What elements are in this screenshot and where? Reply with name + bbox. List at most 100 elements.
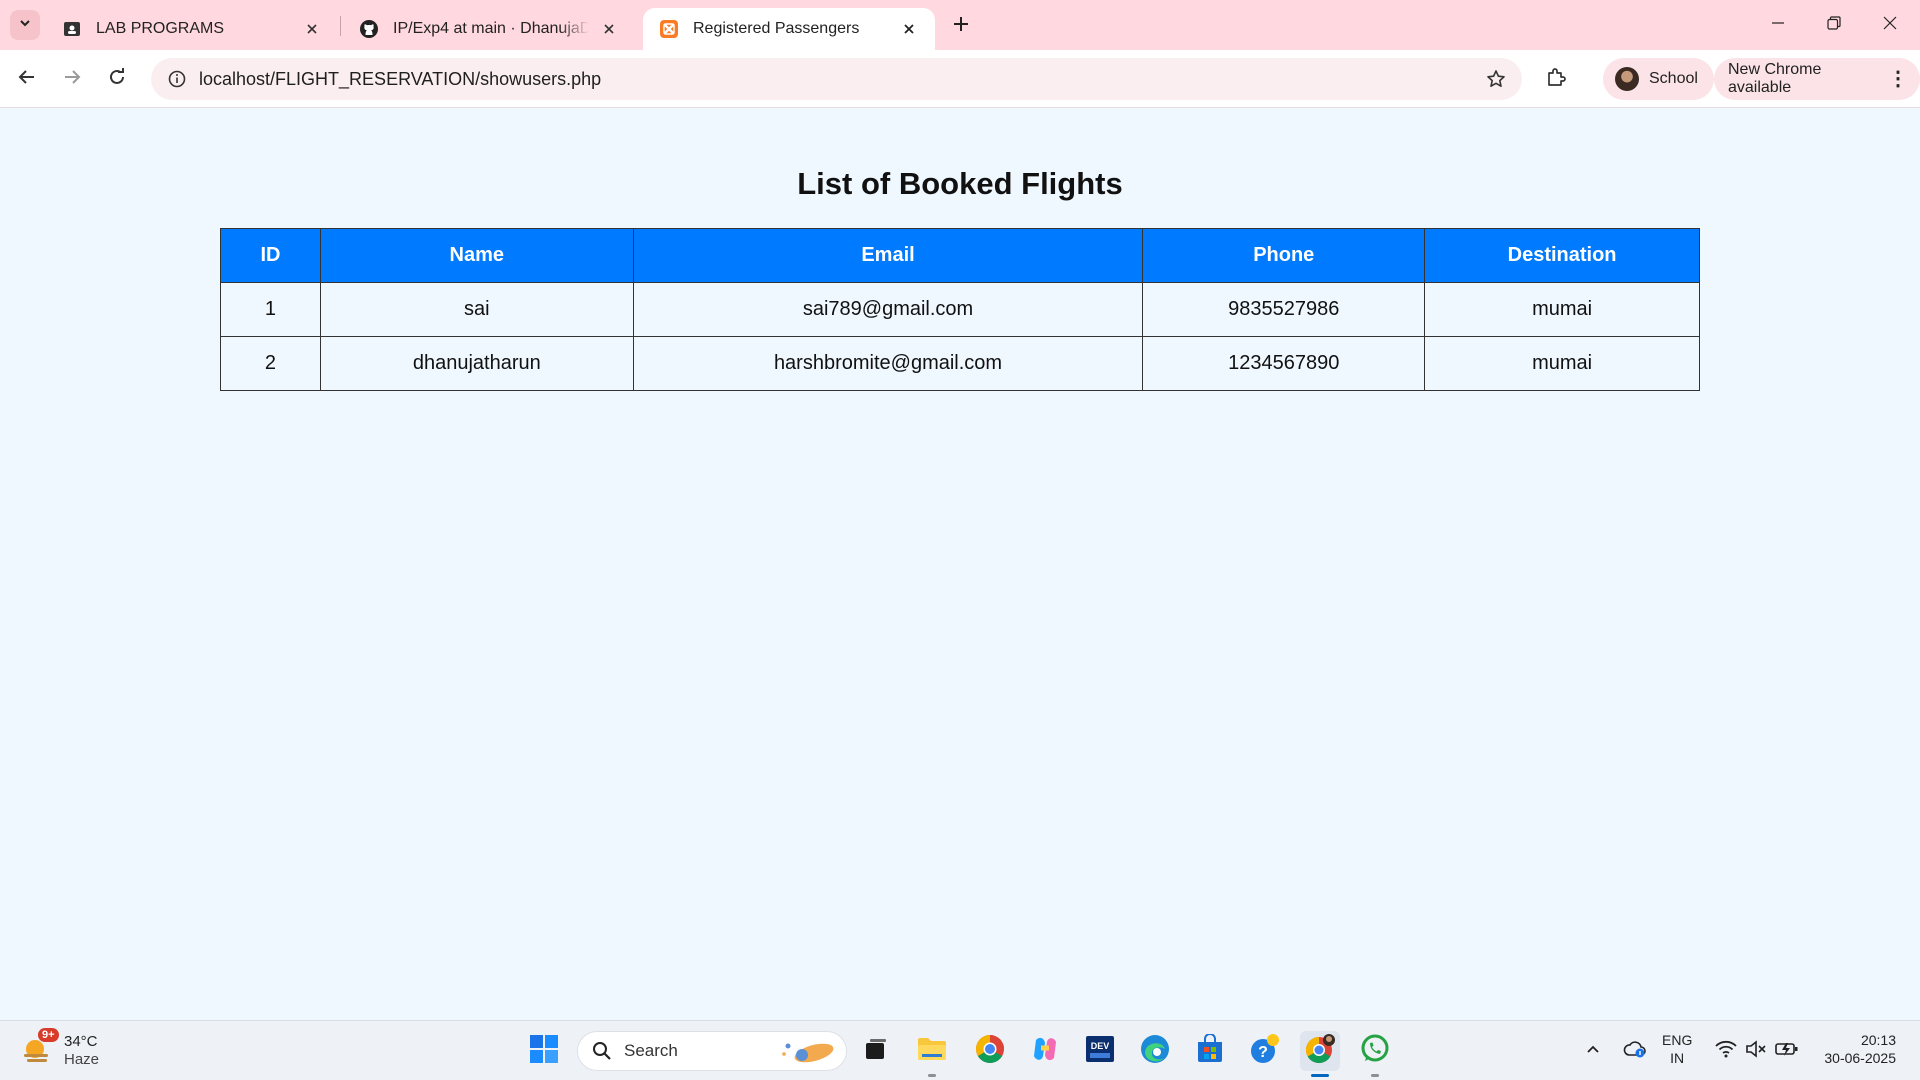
minimize-button[interactable] [1750,0,1806,50]
browser-toolbar: localhost/FLIGHT_RESERVATION/showusers.p… [0,50,1920,108]
onedrive-tray-button[interactable] [1620,1031,1650,1071]
windows-logo-icon [529,1034,559,1069]
system-clock[interactable]: 20:13 30-06-2025 [1816,1031,1896,1067]
chrome-button[interactable] [970,1031,1010,1071]
restore-button[interactable] [1806,0,1862,50]
whatsapp-button[interactable] [1355,1031,1395,1077]
running-indicator [1371,1074,1379,1077]
arrow-left-icon [18,68,36,91]
wifi-tray-button[interactable] [1712,1031,1740,1071]
close-icon[interactable] [599,19,619,39]
edge-icon [1140,1034,1170,1069]
page-title: List of Booked Flights [797,166,1123,201]
search-icon [592,1041,612,1061]
tab-search-button[interactable] [10,10,40,40]
cloud-sync-icon [1623,1039,1647,1064]
xampp-icon [659,19,679,39]
language-code: ENG [1662,1032,1693,1048]
puzzle-icon [1545,66,1567,93]
help-icon: ? [1249,1033,1281,1070]
reload-icon [108,67,126,91]
weather-temperature: 34°C [64,1033,98,1050]
help-button[interactable]: ? [1245,1031,1285,1071]
chevron-up-icon [1585,1041,1601,1062]
table-row: 2 dhanujatharun harshbromite@gmail.com 1… [220,336,1700,391]
chevron-down-icon [18,16,32,35]
cell-id: 1 [220,282,321,337]
search-highlight-icon [778,1038,838,1071]
column-header-destination: Destination [1424,228,1700,283]
start-button[interactable] [524,1031,564,1071]
battery-charging-icon [1775,1040,1799,1063]
cell-name: sai [319,282,634,337]
cell-id: 2 [220,336,321,391]
profile-label: School [1649,70,1698,87]
column-header-phone: Phone [1142,228,1426,283]
restore-icon [1827,15,1841,35]
chrome-profile-button[interactable] [1300,1031,1340,1077]
new-tab-button[interactable] [945,10,977,42]
volume-tray-button[interactable] [1742,1031,1770,1071]
active-app-indicator [1311,1074,1329,1077]
cell-phone: 1234567890 [1142,336,1426,391]
folder-icon [917,1036,947,1067]
address-bar[interactable]: localhost/FLIGHT_RESERVATION/showusers.p… [151,58,1522,100]
tab-lab-programs[interactable]: LAB PROGRAMS [46,8,338,50]
weather-condition: Haze [64,1051,100,1068]
site-info-icon[interactable] [157,70,197,88]
clock-date: 30-06-2025 [1824,1050,1896,1066]
column-header-name: Name [319,228,634,283]
store-button[interactable] [1190,1031,1230,1071]
chrome-profile-icon [1304,1033,1336,1070]
clock-time: 20:13 [1860,1032,1896,1048]
tab-github[interactable]: IP/Exp4 at main · DhanujaDhanu [343,8,635,50]
forward-button[interactable] [54,61,90,97]
chrome-icon [975,1034,1005,1069]
profile-button[interactable]: School [1603,58,1714,100]
cell-phone: 9835527986 [1142,282,1426,337]
close-icon[interactable] [302,19,322,39]
menu-kebab-icon[interactable]: ⋮ [1888,69,1908,89]
task-view-icon [863,1036,889,1067]
svg-text:DEV: DEV [1091,1041,1110,1051]
tab-title: LAB PROGRAMS [96,20,225,37]
volume-muted-icon [1745,1039,1767,1063]
cell-destination: mumai [1424,336,1700,391]
bookmark-star-icon[interactable] [1484,67,1508,91]
taskbar: 9+ 34°C Haze Search DEV ? ENG IN 20:13 3… [0,1020,1920,1080]
running-indicator [928,1074,936,1077]
tab-title: Registered Passengers [693,20,860,37]
show-hidden-icons-button[interactable] [1580,1031,1606,1071]
update-chrome-button[interactable]: New Chrome available ⋮ [1714,58,1920,100]
copilot-button[interactable] [1025,1031,1065,1071]
page-content: List of Booked Flights ID Name Email Pho… [0,108,1920,1020]
file-explorer-button[interactable] [912,1031,952,1077]
edge-button[interactable] [1135,1031,1175,1071]
battery-tray-button[interactable] [1772,1031,1802,1071]
url-text[interactable]: localhost/FLIGHT_RESERVATION/showusers.p… [199,69,601,90]
whatsapp-icon [1359,1033,1391,1070]
back-button[interactable] [9,61,45,97]
tab-separator [340,16,341,36]
task-view-button[interactable] [856,1031,896,1071]
close-window-button[interactable] [1862,0,1918,50]
language-indicator[interactable]: ENG IN [1662,1031,1692,1067]
taskbar-search-box[interactable]: Search [577,1031,847,1071]
cell-email: sai789@gmail.com [632,282,1144,337]
plus-icon [953,16,969,37]
column-header-email: Email [632,228,1144,283]
close-icon[interactable] [899,19,919,39]
close-icon [1883,16,1897,35]
dev-home-button[interactable]: DEV [1080,1031,1120,1071]
column-header-id: ID [220,228,321,283]
weather-widget[interactable]: 9+ 34°C Haze [20,1028,100,1073]
reload-button[interactable] [99,61,135,97]
search-placeholder: Search [624,1041,678,1060]
table-row: 1 sai sai789@gmail.com 9835527986 mumai [220,282,1700,337]
minimize-icon [1771,16,1785,35]
tab-registered-passengers[interactable]: Registered Passengers [643,8,935,50]
notification-badge: 9+ [38,1028,59,1042]
extensions-button[interactable] [1540,63,1572,95]
svg-text:?: ? [1258,1044,1268,1061]
cell-email: harshbromite@gmail.com [632,336,1144,391]
